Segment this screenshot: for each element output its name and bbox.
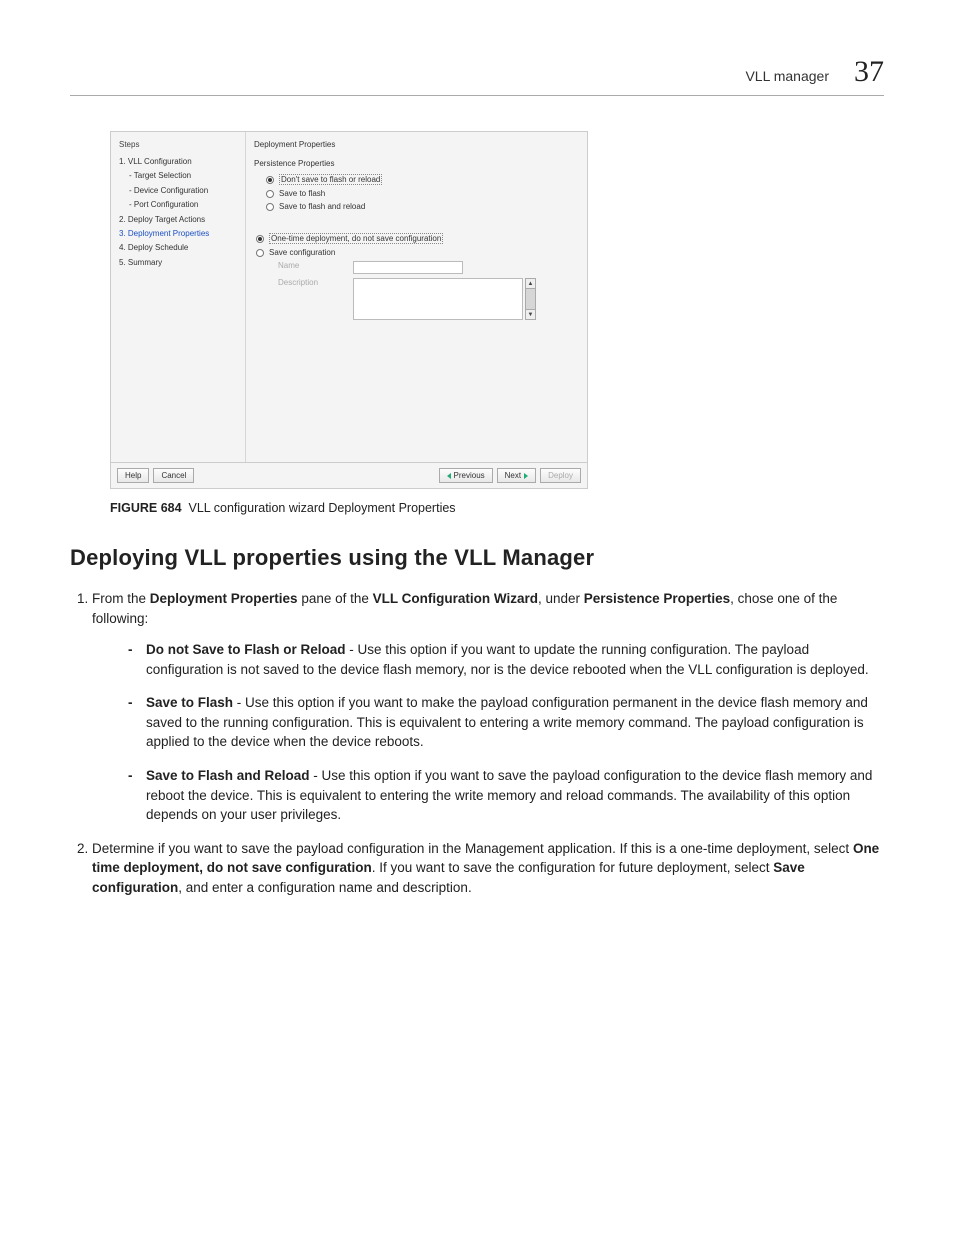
chevron-left-icon	[447, 473, 451, 479]
persistence-properties-title: Persistence Properties	[254, 159, 583, 168]
persistence-radio[interactable]: Save to flash	[254, 189, 583, 198]
figure-caption: FIGURE 684 VLL configuration wizard Depl…	[110, 501, 884, 515]
deploy-button: Deploy	[540, 468, 581, 483]
radio-label: Save to flash	[279, 189, 325, 198]
step-item[interactable]: - Target Selection	[119, 169, 240, 183]
step-item[interactable]: 1. VLL Configuration	[119, 155, 240, 169]
section-heading: Deploying VLL properties using the VLL M…	[70, 545, 884, 571]
header-title: VLL manager	[745, 68, 829, 84]
chapter-number: 37	[854, 55, 884, 89]
radio-icon	[266, 190, 274, 198]
save-config-radio[interactable]: Save configuration	[244, 248, 583, 257]
help-button[interactable]: Help	[117, 468, 149, 483]
step-item[interactable]: 5. Summary	[119, 256, 240, 270]
persistence-radio[interactable]: Save to flash and reload	[254, 202, 583, 211]
scroll-up-icon[interactable]: ▲	[525, 278, 536, 289]
list-item: From the Deployment Properties pane of t…	[92, 589, 884, 825]
option-list: Do not Save to Flash or Reload - Use thi…	[92, 640, 884, 825]
figure-wrapper: Steps 1. VLL Configuration- Target Selec…	[110, 131, 884, 489]
list-item: Determine if you want to save the payloa…	[92, 839, 884, 898]
name-label: Name	[278, 261, 333, 270]
option-item: Save to Flash - Use this option if you w…	[128, 693, 884, 752]
description-textarea[interactable]	[353, 278, 523, 320]
step-item[interactable]: 2. Deploy Target Actions	[119, 213, 240, 227]
radio-label: Don't save to flash or reload	[279, 174, 382, 185]
wizard-dialog: Steps 1. VLL Configuration- Target Selec…	[110, 131, 588, 489]
description-scrollbar[interactable]: ▲ ▼	[525, 278, 536, 320]
figure-caption-text: VLL configuration wizard Deployment Prop…	[189, 501, 456, 515]
deployment-properties-panel: Deployment Properties Persistence Proper…	[246, 132, 587, 462]
radio-label: Save configuration	[269, 248, 335, 257]
steps-title: Steps	[119, 140, 240, 149]
name-input[interactable]	[353, 261, 463, 274]
next-button[interactable]: Next	[497, 468, 536, 483]
radio-label: Save to flash and reload	[279, 202, 365, 211]
radio-icon	[256, 249, 264, 257]
instruction-list: From the Deployment Properties pane of t…	[70, 589, 884, 897]
step-item[interactable]: - Device Configuration	[119, 184, 240, 198]
save-config-radio[interactable]: One-time deployment, do not save configu…	[244, 233, 583, 244]
option-item: Do not Save to Flash or Reload - Use thi…	[128, 640, 884, 679]
steps-list: 1. VLL Configuration- Target Selection- …	[119, 155, 240, 270]
page-header: VLL manager 37	[70, 55, 884, 96]
previous-button[interactable]: Previous	[439, 468, 493, 483]
step-item[interactable]: 4. Deploy Schedule	[119, 241, 240, 255]
persistence-radio[interactable]: Don't save to flash or reload	[254, 174, 583, 185]
cancel-button[interactable]: Cancel	[153, 468, 194, 483]
description-label: Description	[278, 278, 333, 287]
radio-icon	[266, 203, 274, 211]
scroll-down-icon[interactable]: ▼	[525, 309, 536, 320]
chevron-right-icon	[524, 473, 528, 479]
panel-title: Deployment Properties	[254, 140, 583, 149]
wizard-footer: Help Cancel Previous Next Deploy	[111, 462, 587, 488]
radio-icon	[256, 235, 264, 243]
step-item[interactable]: 3. Deployment Properties	[119, 227, 240, 241]
steps-panel: Steps 1. VLL Configuration- Target Selec…	[111, 132, 246, 462]
step-item[interactable]: - Port Configuration	[119, 198, 240, 212]
option-item: Save to Flash and Reload - Use this opti…	[128, 766, 884, 825]
radio-label: One-time deployment, do not save configu…	[269, 233, 443, 244]
figure-number: FIGURE 684	[110, 501, 182, 515]
radio-icon	[266, 176, 274, 184]
